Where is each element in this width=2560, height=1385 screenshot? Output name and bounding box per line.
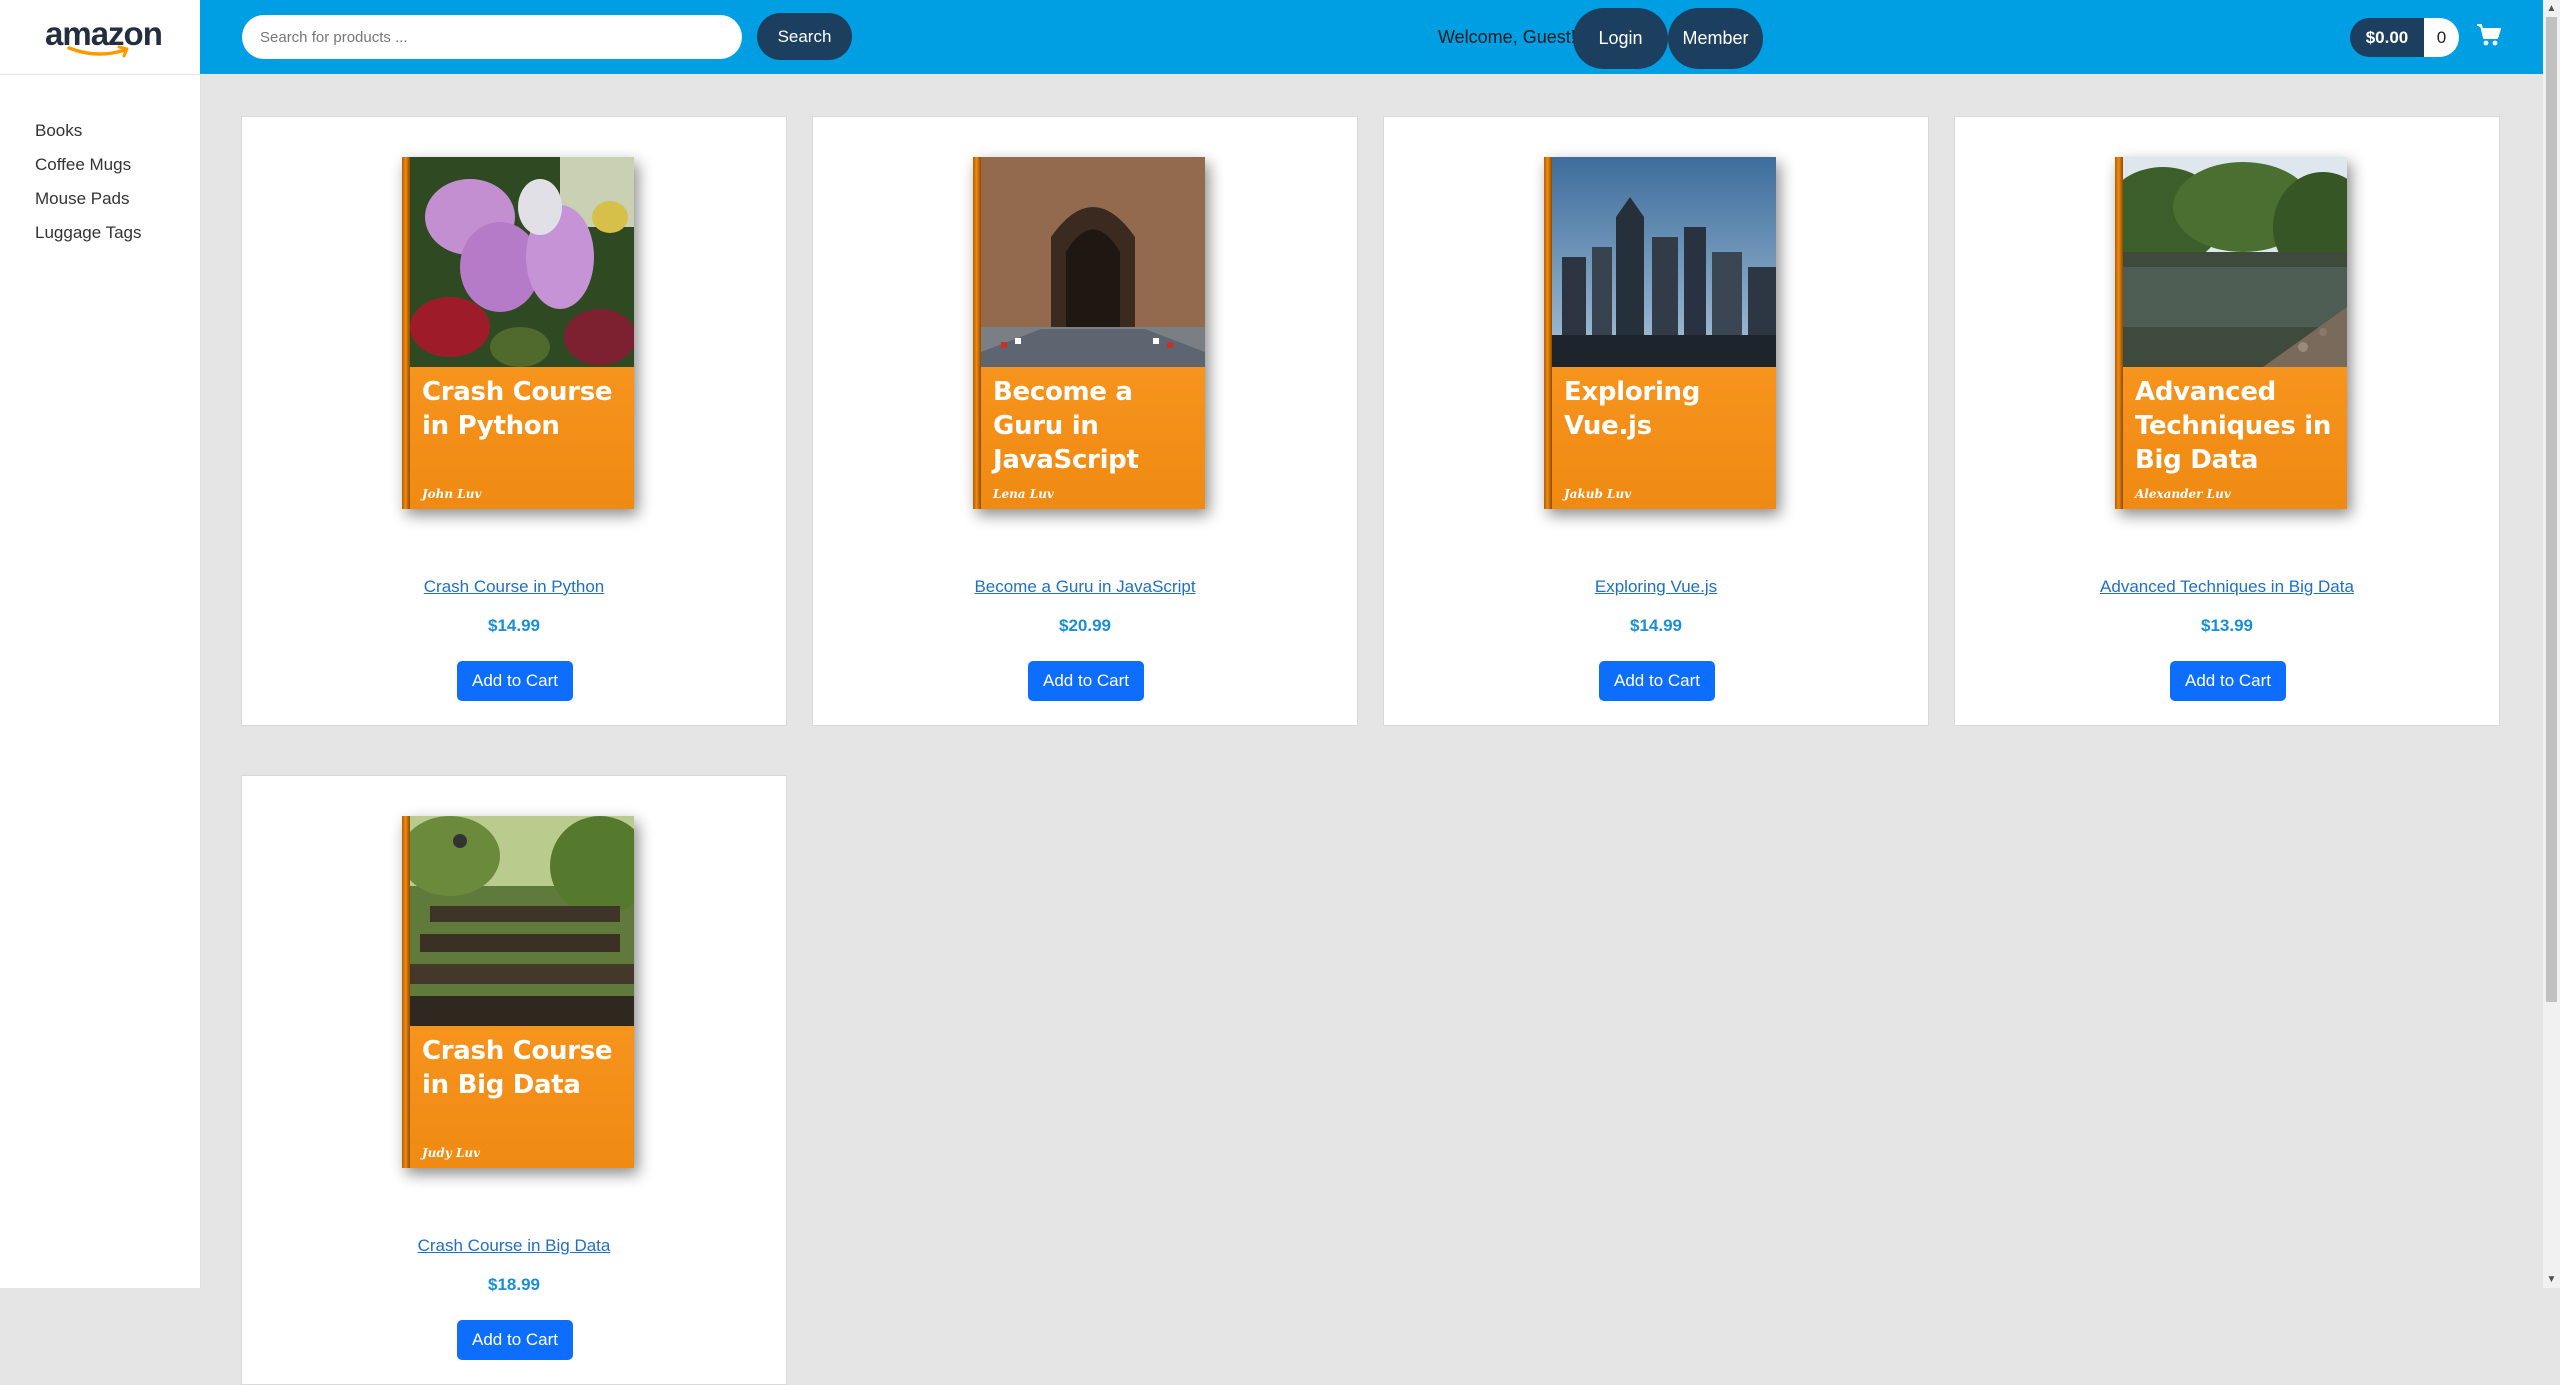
sidebar-item-mouse-pads[interactable]: Mouse Pads	[35, 182, 142, 216]
cover-band: Advanced Techniques in Big Data Alexande…	[2123, 367, 2347, 509]
scroll-up-arrow-icon[interactable]: ▲	[2543, 0, 2560, 17]
search-button[interactable]: Search	[757, 13, 852, 60]
book-spine	[2115, 157, 2123, 509]
book-cover-image[interactable]: Crash Course in Big Data Judy Luv	[402, 816, 634, 1168]
cover-band: Become a Guru in JavaScript Lena Luv	[981, 367, 1205, 509]
page-scrollbar[interactable]: ▲ ▼	[2543, 0, 2560, 1288]
cover-photo-archway	[981, 157, 1205, 367]
shopping-cart-icon[interactable]	[2476, 22, 2502, 48]
search-input[interactable]	[242, 15, 742, 59]
brand-logo[interactable]: amazon	[0, 0, 200, 75]
cart-total[interactable]: $0.00	[2350, 18, 2424, 57]
cover-author: Jakub Luv	[1564, 487, 1632, 501]
sidebar: amazon Books Coffee Mugs Mouse Pads Lugg…	[0, 0, 200, 1288]
cover-title: Crash Course in Big Data	[422, 1036, 613, 1100]
cover-photo-river	[2123, 157, 2347, 367]
login-button[interactable]: Login	[1573, 8, 1668, 69]
product-title-link[interactable]: Crash Course in Python	[242, 577, 786, 597]
book-cover-image[interactable]: Crash Course in Python John Luv	[402, 157, 634, 509]
welcome-text: Welcome, Guest!	[1438, 27, 1576, 47]
book-spine	[402, 157, 410, 509]
member-button[interactable]: Member	[1668, 8, 1763, 69]
book-spine	[402, 816, 410, 1168]
scrollbar-thumb[interactable]	[2546, 17, 2557, 1002]
cover-photo-orchid	[410, 157, 634, 367]
cover-band: Exploring Vue.js Jakub Luv	[1552, 367, 1776, 509]
cover-title: Exploring Vue.js	[1564, 377, 1701, 441]
product-card: Crash Course in Python John Luv Crash Co…	[241, 116, 787, 726]
cover-author: Alexander Luv	[2135, 487, 2231, 501]
category-nav: Books Coffee Mugs Mouse Pads Luggage Tag…	[35, 114, 142, 250]
cover-photo-skyline	[1552, 157, 1776, 367]
product-title-link[interactable]: Exploring Vue.js	[1384, 577, 1928, 597]
scroll-down-arrow-icon[interactable]: ▼	[2543, 1271, 2560, 1288]
book-cover-image[interactable]: Become a Guru in JavaScript Lena Luv	[973, 157, 1205, 509]
add-to-cart-button[interactable]: Add to Cart	[1599, 661, 1715, 701]
product-price: $13.99	[2201, 616, 2253, 635]
book-cover-image[interactable]: Exploring Vue.js Jakub Luv	[1544, 157, 1776, 509]
product-title-link[interactable]: Become a Guru in JavaScript	[813, 577, 1357, 597]
sidebar-item-luggage-tags[interactable]: Luggage Tags	[35, 216, 142, 250]
cover-band: Crash Course in Big Data Judy Luv	[410, 1026, 634, 1168]
cover-author: John Luv	[422, 487, 482, 501]
cover-author: Lena Luv	[993, 487, 1054, 501]
product-price: $14.99	[488, 616, 540, 635]
add-to-cart-button[interactable]: Add to Cart	[457, 1320, 573, 1360]
sidebar-item-books[interactable]: Books	[35, 114, 142, 148]
product-price: $20.99	[1059, 616, 1111, 635]
top-header: Search Welcome, Guest! Login Member $0.0…	[200, 0, 2543, 74]
cover-band: Crash Course in Python John Luv	[410, 367, 634, 509]
cart-count-badge[interactable]: 0	[2424, 18, 2459, 57]
book-cover-image[interactable]: Advanced Techniques in Big Data Alexande…	[2115, 157, 2347, 509]
sidebar-item-coffee-mugs[interactable]: Coffee Mugs	[35, 148, 142, 182]
cover-author: Judy Luv	[422, 1146, 481, 1160]
product-title-link[interactable]: Crash Course in Big Data	[242, 1236, 786, 1256]
cover-title: Crash Course in Python	[422, 377, 613, 441]
book-spine	[1544, 157, 1552, 509]
cover-photo-steps	[410, 816, 634, 1026]
product-price: $18.99	[488, 1275, 540, 1294]
add-to-cart-button[interactable]: Add to Cart	[1028, 661, 1144, 701]
product-card: Become a Guru in JavaScript Lena Luv Bec…	[812, 116, 1358, 726]
product-card: Crash Course in Big Data Judy Luv Crash …	[241, 775, 787, 1385]
add-to-cart-button[interactable]: Add to Cart	[2170, 661, 2286, 701]
product-card: Advanced Techniques in Big Data Alexande…	[1954, 116, 2500, 726]
cover-title: Advanced Techniques in Big Data	[2135, 377, 2332, 475]
product-card: Exploring Vue.js Jakub Luv Exploring Vue…	[1383, 116, 1929, 726]
product-title-link[interactable]: Advanced Techniques in Big Data	[1955, 577, 2499, 597]
product-price: $14.99	[1630, 616, 1682, 635]
cover-title: Become a Guru in JavaScript	[993, 377, 1139, 475]
add-to-cart-button[interactable]: Add to Cart	[457, 661, 573, 701]
book-spine	[973, 157, 981, 509]
logo-smile-icon	[67, 45, 129, 58]
